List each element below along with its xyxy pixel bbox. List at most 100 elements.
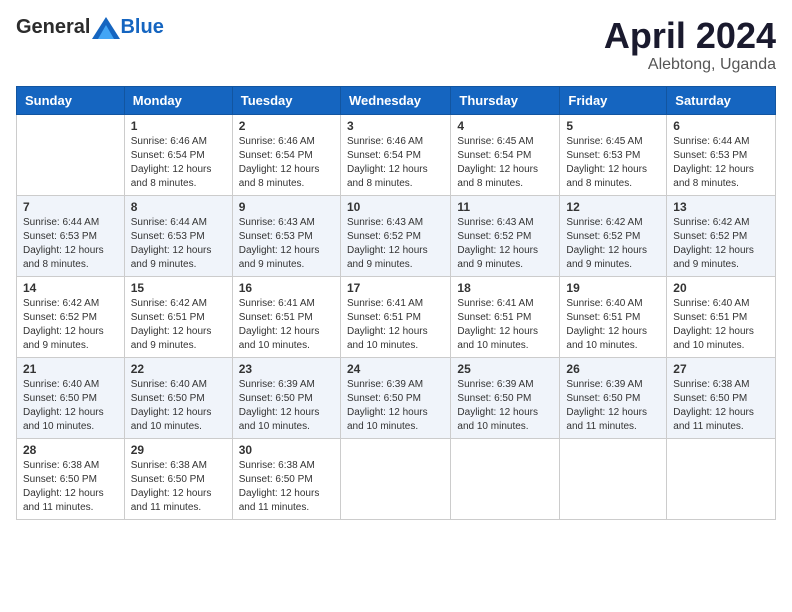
calendar-cell: 23 Sunrise: 6:39 AM Sunset: 6:50 PM Dayli…: [232, 357, 340, 438]
calendar-cell: 18Sunrise: 6:41 AM Sunset: 6:51 PM Dayli…: [451, 276, 560, 357]
day-info: Sunrise: 6:40 AM Sunset: 6:51 PM Dayligh…: [566, 297, 660, 353]
day-info: Sunrise: 6:45 AM Sunset: 6:54 PM Dayligh…: [457, 135, 553, 191]
day-number: 24: [347, 362, 444, 376]
calendar-cell: 16 Sunrise: 6:41 AM Sunset: 6:51 PM Dayli…: [232, 276, 340, 357]
calendar-table: SundayMondayTuesdayWednesdayThursdayFrid…: [16, 86, 776, 520]
day-number: 4: [457, 119, 553, 133]
calendar-cell: 2 Sunrise: 6:46 AM Sunset: 6:54 PM Daylig…: [232, 114, 340, 195]
day-info: Sunrise: 6:42 AM Sunset: 6:52 PM Dayligh…: [566, 216, 660, 272]
col-header-tuesday: Tuesday: [232, 86, 340, 114]
calendar-cell: [340, 438, 450, 519]
day-number: 6: [673, 119, 769, 133]
day-info: Sunrise: 6:39 AM Sunset: 6:50 PM Dayligh…: [239, 378, 334, 434]
calendar-cell: 24 Sunrise: 6:39 AM Sunset: 6:50 PM Dayli…: [340, 357, 450, 438]
day-number: 15: [131, 281, 226, 295]
calendar-week-row: 21 Sunrise: 6:40 AM Sunset: 6:50 PM Dayli…: [17, 357, 776, 438]
logo-general: General: [16, 16, 90, 39]
day-info: Sunrise: 6:43 AM Sunset: 6:52 PM Dayligh…: [347, 216, 444, 272]
location: Alebtong, Uganda: [604, 56, 776, 74]
day-number: 12: [566, 200, 660, 214]
logo: General Blue: [16, 16, 164, 39]
day-info: Sunrise: 6:42 AM Sunset: 6:52 PM Dayligh…: [23, 297, 118, 353]
calendar-cell: 29 Sunrise: 6:38 AM Sunset: 6:50 PM Dayli…: [124, 438, 232, 519]
calendar-cell: 12 Sunrise: 6:42 AM Sunset: 6:52 PM Dayli…: [560, 195, 667, 276]
day-info: Sunrise: 6:46 AM Sunset: 6:54 PM Dayligh…: [131, 135, 226, 191]
calendar-cell: [560, 438, 667, 519]
day-info: Sunrise: 6:38 AM Sunset: 6:50 PM Dayligh…: [239, 459, 334, 515]
day-number: 28: [23, 443, 118, 457]
calendar-week-row: 1Sunrise: 6:46 AM Sunset: 6:54 PM Daylig…: [17, 114, 776, 195]
day-info: Sunrise: 6:39 AM Sunset: 6:50 PM Dayligh…: [566, 378, 660, 434]
day-number: 13: [673, 200, 769, 214]
calendar-cell: 21 Sunrise: 6:40 AM Sunset: 6:50 PM Dayli…: [17, 357, 125, 438]
calendar-cell: 7Sunrise: 6:44 AM Sunset: 6:53 PM Daylig…: [17, 195, 125, 276]
day-info: Sunrise: 6:43 AM Sunset: 6:52 PM Dayligh…: [457, 216, 553, 272]
day-number: 9: [239, 200, 334, 214]
calendar-cell: 11 Sunrise: 6:43 AM Sunset: 6:52 PM Dayli…: [451, 195, 560, 276]
calendar-cell: 6Sunrise: 6:44 AM Sunset: 6:53 PM Daylig…: [667, 114, 776, 195]
col-header-friday: Friday: [560, 86, 667, 114]
day-number: 5: [566, 119, 660, 133]
day-info: Sunrise: 6:45 AM Sunset: 6:53 PM Dayligh…: [566, 135, 660, 191]
day-number: 18: [457, 281, 553, 295]
day-info: Sunrise: 6:42 AM Sunset: 6:51 PM Dayligh…: [131, 297, 226, 353]
calendar-header-row: SundayMondayTuesdayWednesdayThursdayFrid…: [17, 86, 776, 114]
calendar-cell: 25 Sunrise: 6:39 AM Sunset: 6:50 PM Dayli…: [451, 357, 560, 438]
day-info: Sunrise: 6:46 AM Sunset: 6:54 PM Dayligh…: [347, 135, 444, 191]
calendar-week-row: 28 Sunrise: 6:38 AM Sunset: 6:50 PM Dayli…: [17, 438, 776, 519]
day-number: 26: [566, 362, 660, 376]
col-header-sunday: Sunday: [17, 86, 125, 114]
day-info: Sunrise: 6:41 AM Sunset: 6:51 PM Dayligh…: [347, 297, 444, 353]
month-title: April 2024: [604, 16, 776, 56]
col-header-monday: Monday: [124, 86, 232, 114]
day-info: Sunrise: 6:40 AM Sunset: 6:50 PM Dayligh…: [23, 378, 118, 434]
day-info: Sunrise: 6:38 AM Sunset: 6:50 PM Dayligh…: [673, 378, 769, 434]
day-info: Sunrise: 6:40 AM Sunset: 6:51 PM Dayligh…: [673, 297, 769, 353]
day-info: Sunrise: 6:38 AM Sunset: 6:50 PM Dayligh…: [131, 459, 226, 515]
day-number: 16: [239, 281, 334, 295]
day-info: Sunrise: 6:39 AM Sunset: 6:50 PM Dayligh…: [457, 378, 553, 434]
title-area: April 2024 Alebtong, Uganda: [604, 16, 776, 74]
calendar-cell: [451, 438, 560, 519]
day-number: 3: [347, 119, 444, 133]
calendar-cell: 30 Sunrise: 6:38 AM Sunset: 6:50 PM Dayli…: [232, 438, 340, 519]
day-number: 19: [566, 281, 660, 295]
logo-icon: [92, 17, 120, 39]
day-info: Sunrise: 6:41 AM Sunset: 6:51 PM Dayligh…: [239, 297, 334, 353]
calendar-cell: 15 Sunrise: 6:42 AM Sunset: 6:51 PM Dayli…: [124, 276, 232, 357]
day-number: 30: [239, 443, 334, 457]
day-number: 21: [23, 362, 118, 376]
calendar-cell: 17Sunrise: 6:41 AM Sunset: 6:51 PM Dayli…: [340, 276, 450, 357]
day-number: 10: [347, 200, 444, 214]
day-number: 29: [131, 443, 226, 457]
calendar-cell: 5 Sunrise: 6:45 AM Sunset: 6:53 PM Daylig…: [560, 114, 667, 195]
calendar-cell: 22Sunrise: 6:40 AM Sunset: 6:50 PM Dayli…: [124, 357, 232, 438]
day-info: Sunrise: 6:40 AM Sunset: 6:50 PM Dayligh…: [131, 378, 226, 434]
day-info: Sunrise: 6:39 AM Sunset: 6:50 PM Dayligh…: [347, 378, 444, 434]
col-header-saturday: Saturday: [667, 86, 776, 114]
day-info: Sunrise: 6:46 AM Sunset: 6:54 PM Dayligh…: [239, 135, 334, 191]
day-number: 25: [457, 362, 553, 376]
calendar-cell: [17, 114, 125, 195]
page-header: General Blue April 2024 Alebtong, Uganda: [16, 16, 776, 74]
day-info: Sunrise: 6:38 AM Sunset: 6:50 PM Dayligh…: [23, 459, 118, 515]
calendar-cell: 9 Sunrise: 6:43 AM Sunset: 6:53 PM Daylig…: [232, 195, 340, 276]
day-info: Sunrise: 6:43 AM Sunset: 6:53 PM Dayligh…: [239, 216, 334, 272]
day-number: 11: [457, 200, 553, 214]
day-info: Sunrise: 6:44 AM Sunset: 6:53 PM Dayligh…: [131, 216, 226, 272]
calendar-cell: 3 Sunrise: 6:46 AM Sunset: 6:54 PM Daylig…: [340, 114, 450, 195]
day-info: Sunrise: 6:44 AM Sunset: 6:53 PM Dayligh…: [23, 216, 118, 272]
calendar-cell: [667, 438, 776, 519]
calendar-cell: 13Sunrise: 6:42 AM Sunset: 6:52 PM Dayli…: [667, 195, 776, 276]
calendar-cell: 8Sunrise: 6:44 AM Sunset: 6:53 PM Daylig…: [124, 195, 232, 276]
logo-blue: Blue: [120, 16, 163, 39]
calendar-cell: 4 Sunrise: 6:45 AM Sunset: 6:54 PM Daylig…: [451, 114, 560, 195]
col-header-thursday: Thursday: [451, 86, 560, 114]
calendar-week-row: 7Sunrise: 6:44 AM Sunset: 6:53 PM Daylig…: [17, 195, 776, 276]
calendar-cell: 10 Sunrise: 6:43 AM Sunset: 6:52 PM Dayli…: [340, 195, 450, 276]
calendar-cell: 19 Sunrise: 6:40 AM Sunset: 6:51 PM Dayli…: [560, 276, 667, 357]
day-number: 20: [673, 281, 769, 295]
calendar-cell: 20 Sunrise: 6:40 AM Sunset: 6:51 PM Dayli…: [667, 276, 776, 357]
day-number: 2: [239, 119, 334, 133]
day-number: 23: [239, 362, 334, 376]
